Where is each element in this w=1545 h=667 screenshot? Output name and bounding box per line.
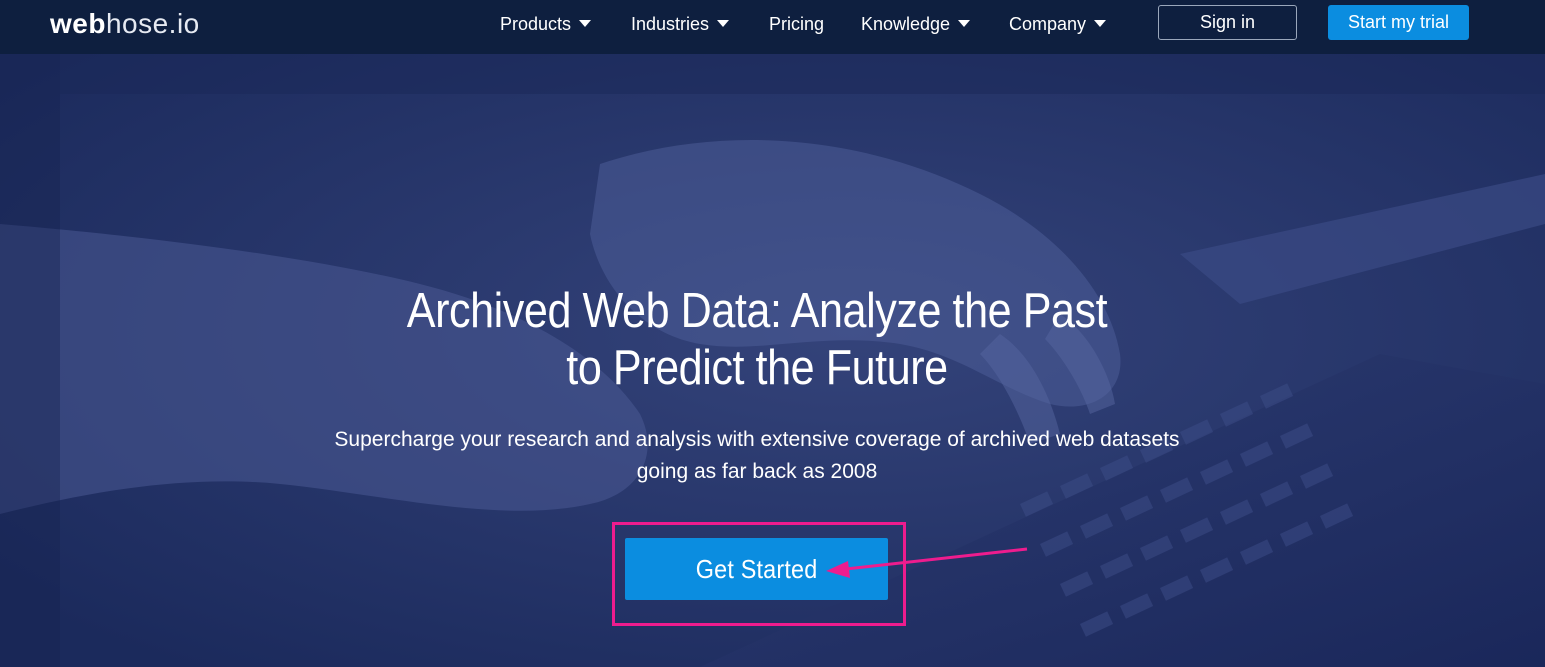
- hero-subtitle-line-1: Supercharge your research and analysis w…: [334, 428, 1180, 451]
- caret-down-icon: [717, 20, 730, 27]
- caret-down-icon: [1094, 20, 1107, 27]
- hero-title: Archived Web Data: Analyze the Past to P…: [330, 283, 1184, 397]
- nav-item-label: Pricing: [769, 14, 825, 34]
- nav-item-label: Company: [1009, 14, 1087, 34]
- get-started-label: Get Started: [695, 554, 818, 584]
- hero-title-line-2: to Predict the Future: [566, 341, 948, 395]
- hero-subtitle: Supercharge your research and analysis w…: [272, 424, 1242, 488]
- page: webhose.io Products Industries Pricing K…: [0, 0, 1545, 667]
- logo-bold-text: web: [50, 8, 106, 39]
- webhose-logo[interactable]: webhose.io: [50, 6, 200, 42]
- nav-item-products[interactable]: Products: [500, 12, 592, 36]
- nav-item-label: Industries: [631, 14, 710, 34]
- caret-down-icon: [958, 20, 971, 27]
- logo-light-text: hose.io: [105, 8, 200, 39]
- nav-item-pricing[interactable]: Pricing: [769, 12, 824, 36]
- nav-item-label: Knowledge: [861, 14, 951, 34]
- top-navbar: webhose.io Products Industries Pricing K…: [0, 0, 1545, 54]
- nav-item-label: Products: [500, 14, 572, 34]
- hero-title-line-1: Archived Web Data: Analyze the Past: [406, 284, 1108, 338]
- caret-down-icon: [579, 20, 592, 27]
- sign-in-button[interactable]: Sign in: [1158, 5, 1297, 40]
- get-started-button[interactable]: Get Started: [625, 538, 888, 600]
- nav-item-industries[interactable]: Industries: [631, 12, 730, 36]
- nav-item-knowledge[interactable]: Knowledge: [861, 12, 971, 36]
- hero-subtitle-line-2: going as far back as 2008: [636, 460, 878, 483]
- start-trial-button[interactable]: Start my trial: [1328, 5, 1469, 40]
- nav-item-company[interactable]: Company: [1009, 12, 1107, 36]
